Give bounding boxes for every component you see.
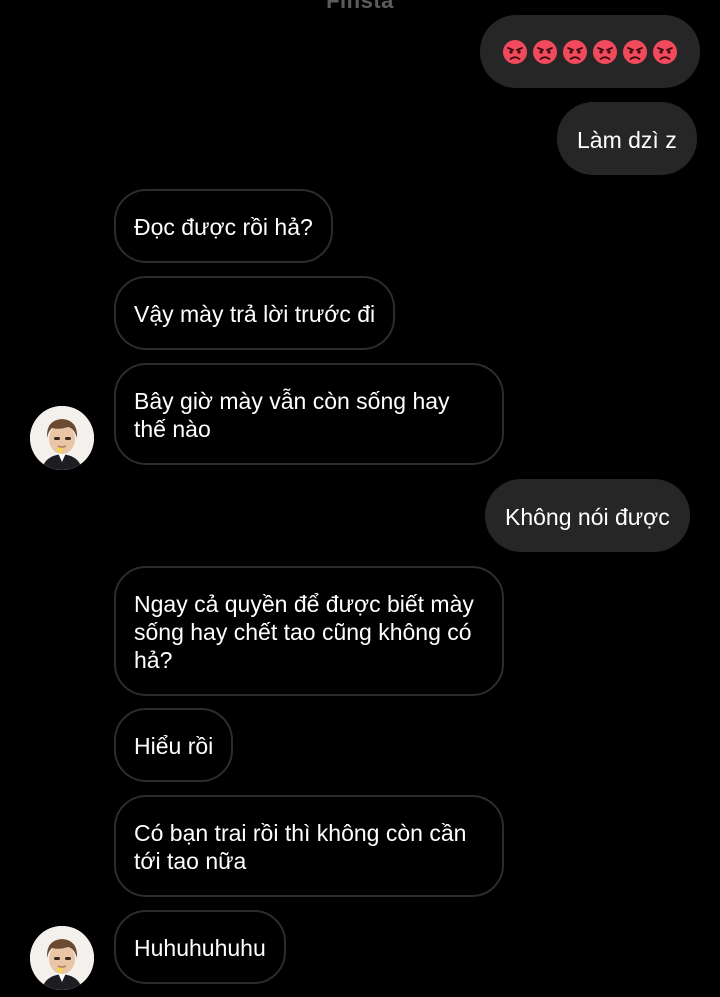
angry-face-icon — [593, 39, 617, 64]
emoji-row — [480, 15, 700, 88]
angry-face-icon — [623, 39, 647, 64]
outgoing-message[interactable]: Làm dzì z — [557, 102, 697, 175]
incoming-message[interactable]: Bây giờ mày vẫn còn sống hay thế nào — [114, 363, 504, 465]
angry-face-icon — [533, 39, 557, 64]
sender-avatar[interactable] — [30, 406, 94, 470]
angry-face-icon — [503, 39, 527, 64]
outgoing-message[interactable]: Không nói được — [485, 479, 690, 552]
conversation-name: Finsta — [326, 0, 394, 13]
incoming-message[interactable]: Vậy mày trả lời trước đi — [114, 276, 396, 350]
avatar-portrait-icon — [30, 406, 94, 470]
avatar-portrait-icon — [30, 926, 94, 990]
angry-face-icon — [563, 39, 587, 64]
sender-avatar[interactable] — [30, 926, 94, 990]
incoming-message[interactable]: Đọc được rồi hả? — [114, 189, 333, 263]
incoming-message[interactable]: Huhuhuhuhu — [114, 910, 286, 984]
outgoing-message-emoji[interactable] — [480, 15, 700, 88]
incoming-message[interactable]: Ngay cả quyền để được biết mày sống hay … — [114, 566, 504, 696]
incoming-message[interactable]: Hiểu rồi — [114, 708, 234, 782]
incoming-message[interactable]: Có bạn trai rồi thì không còn cần tới ta… — [114, 795, 504, 897]
angry-face-icon — [653, 39, 677, 64]
